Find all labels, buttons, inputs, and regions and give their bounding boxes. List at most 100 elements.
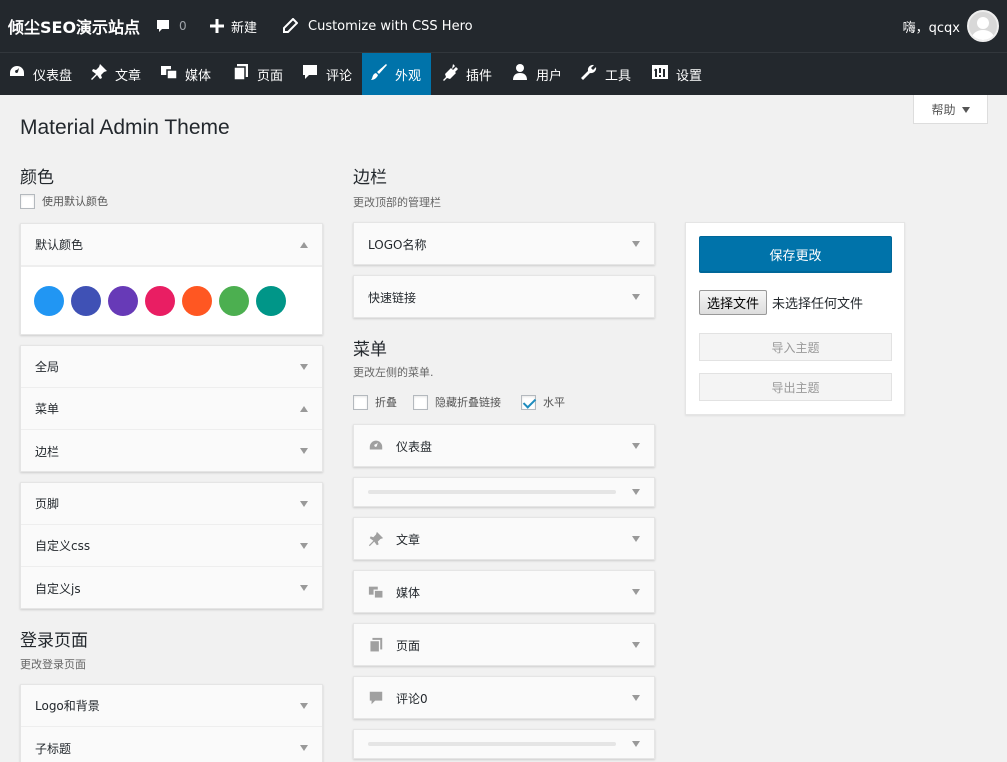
chevron-down-icon bbox=[632, 695, 640, 701]
dashboard-icon bbox=[8, 63, 26, 85]
export-theme-button[interactable]: 导出主题 bbox=[699, 373, 892, 401]
new-content-link[interactable]: 新建 bbox=[210, 0, 257, 52]
accordion-label: 边栏 bbox=[35, 444, 60, 459]
chevron-down-icon bbox=[632, 489, 640, 495]
chevron-down-icon bbox=[300, 542, 308, 549]
accordion-item-custom-css[interactable]: 自定义css bbox=[21, 525, 322, 567]
comment-bubble-icon bbox=[155, 18, 171, 34]
hide-collapse-link-checkbox[interactable] bbox=[413, 394, 428, 410]
sidebar-section-title: 边栏 bbox=[353, 168, 387, 188]
menu-item-panel-posts[interactable]: 文章 bbox=[353, 517, 655, 560]
menu-item-users[interactable]: 用户 bbox=[503, 53, 570, 95]
accordion-label: 全局 bbox=[35, 360, 60, 374]
css-hero-link[interactable]: Customize with CSS Hero bbox=[282, 0, 473, 52]
save-changes-button[interactable]: 保存更改 bbox=[699, 236, 892, 272]
accordion-label: LOGO名称 bbox=[368, 237, 427, 252]
menu-item-panel-dashboard[interactable]: 仪表盘 bbox=[353, 424, 655, 467]
comments-link[interactable]: 0 bbox=[155, 0, 187, 52]
menu-item-tools[interactable]: 工具 bbox=[572, 53, 639, 95]
color-swatch-green[interactable] bbox=[219, 285, 249, 316]
colors-section-title: 颜色 bbox=[20, 168, 54, 188]
accordion-item-global[interactable]: 全局 bbox=[21, 346, 322, 388]
pages-icon bbox=[232, 63, 250, 85]
menu-item-panel-separator-1[interactable] bbox=[353, 477, 655, 507]
page-title: Material Admin Theme bbox=[20, 116, 230, 139]
menu-item-panel-comments[interactable]: 评论0 bbox=[353, 676, 655, 719]
menu-label: 媒体 bbox=[185, 68, 212, 84]
default-colors-panel: 默认颜色 bbox=[20, 223, 323, 335]
menu-item-panel-separator-2[interactable] bbox=[353, 729, 655, 759]
menu-item-label: 页面 bbox=[396, 638, 421, 653]
menu-item-appearance[interactable]: 外观 bbox=[362, 53, 431, 95]
use-default-colors-checkbox[interactable] bbox=[20, 193, 35, 209]
collapse-option[interactable]: 折叠 bbox=[353, 394, 397, 410]
chevron-down-icon bbox=[632, 536, 640, 542]
menu-item-posts[interactable]: 文章 bbox=[82, 53, 149, 95]
accordion-item-menu[interactable]: 菜单 bbox=[21, 388, 322, 430]
menu-item-plugins[interactable]: 插件 bbox=[433, 53, 500, 95]
default-colors-label: 默认颜色 bbox=[35, 238, 84, 252]
chevron-down-icon bbox=[632, 294, 640, 300]
chevron-down-icon bbox=[632, 642, 640, 648]
accordion-item-custom-js[interactable]: 自定义js bbox=[21, 567, 322, 609]
user-icon bbox=[511, 63, 529, 85]
menu-item-panel-pages[interactable]: 页面 bbox=[353, 623, 655, 666]
quick-links-panel[interactable]: 快速链接 bbox=[353, 275, 655, 318]
pin-icon bbox=[368, 531, 384, 547]
menu-item-label: 媒体 bbox=[396, 585, 421, 600]
wrench-icon bbox=[580, 63, 598, 85]
user-account-menu[interactable]: 嗨，qcqx bbox=[903, 0, 999, 52]
horizontal-label: 水平 bbox=[543, 396, 565, 409]
use-default-colors-label: 使用默认颜色 bbox=[42, 195, 108, 208]
pin-icon bbox=[90, 63, 108, 85]
accordion-item-subtitle[interactable]: 子标题 bbox=[21, 727, 322, 762]
collapse-label: 折叠 bbox=[375, 396, 397, 409]
color-swatch-blue[interactable] bbox=[34, 285, 64, 316]
choose-file-button[interactable]: 选择文件 bbox=[699, 290, 768, 315]
collapse-checkbox[interactable] bbox=[353, 394, 368, 410]
color-swatch-pink[interactable] bbox=[145, 285, 175, 316]
chevron-down-icon bbox=[632, 741, 640, 747]
menu-label: 工具 bbox=[605, 68, 632, 84]
logo-name-panel[interactable]: LOGO名称 bbox=[353, 222, 655, 265]
help-tab-button[interactable]: 帮助 bbox=[913, 95, 988, 124]
menu-item-settings[interactable]: 设置 bbox=[643, 53, 710, 95]
chevron-down-icon bbox=[632, 589, 640, 595]
chevron-down-icon bbox=[300, 500, 308, 507]
separator-line bbox=[368, 490, 616, 494]
actions-box: 保存更改 选择文件 未选择任何文件 导入主题 导出主题 bbox=[685, 222, 905, 415]
settings-icon bbox=[651, 63, 669, 85]
menu-item-label: 评论0 bbox=[396, 691, 428, 706]
menu-item-comments[interactable]: 评论 bbox=[293, 53, 360, 95]
color-swatch-purple[interactable] bbox=[108, 285, 138, 316]
admin-menu-bar: 仪表盘 文章 媒体 页面 评论 外观 插件 用户 工具 设置 bbox=[0, 52, 1007, 95]
color-swatch-teal[interactable] bbox=[256, 285, 286, 316]
accordion-item-footer[interactable]: 页脚 bbox=[21, 483, 322, 525]
accordion-item-sidebar[interactable]: 边栏 bbox=[21, 430, 322, 472]
color-swatch-indigo[interactable] bbox=[71, 285, 101, 316]
color-swatches bbox=[21, 266, 322, 334]
chevron-down-icon bbox=[300, 363, 308, 370]
menu-label: 外观 bbox=[395, 68, 422, 84]
menu-item-media[interactable]: 媒体 bbox=[152, 53, 219, 95]
pages-icon bbox=[368, 637, 384, 653]
menu-item-pages[interactable]: 页面 bbox=[224, 53, 291, 95]
default-colors-header[interactable]: 默认颜色 bbox=[21, 224, 322, 266]
menu-section-title: 菜单 bbox=[353, 340, 387, 360]
hide-collapse-link-option[interactable]: 隐藏折叠链接 bbox=[413, 394, 501, 410]
sidebar-section-desc: 更改顶部的管理栏 bbox=[353, 196, 441, 209]
pencil-icon bbox=[282, 18, 298, 34]
horizontal-checkbox[interactable] bbox=[521, 394, 536, 410]
accordion-label: 快速链接 bbox=[368, 290, 417, 305]
import-theme-button[interactable]: 导入主题 bbox=[699, 333, 892, 361]
menu-item-dashboard[interactable]: 仪表盘 bbox=[0, 53, 80, 95]
site-name-link[interactable]: 倾尘SEO演示站点 bbox=[8, 0, 140, 52]
horizontal-option[interactable]: 水平 bbox=[521, 394, 565, 410]
menu-item-panel-media[interactable]: 媒体 bbox=[353, 570, 655, 613]
plugin-icon bbox=[441, 63, 459, 85]
menu-label: 用户 bbox=[536, 68, 563, 84]
color-swatch-orange[interactable] bbox=[182, 285, 212, 316]
chevron-up-icon bbox=[300, 241, 308, 248]
accordion-item-logo-bg[interactable]: Logo和背景 bbox=[21, 685, 322, 727]
use-default-colors-option[interactable]: 使用默认颜色 bbox=[20, 193, 108, 209]
